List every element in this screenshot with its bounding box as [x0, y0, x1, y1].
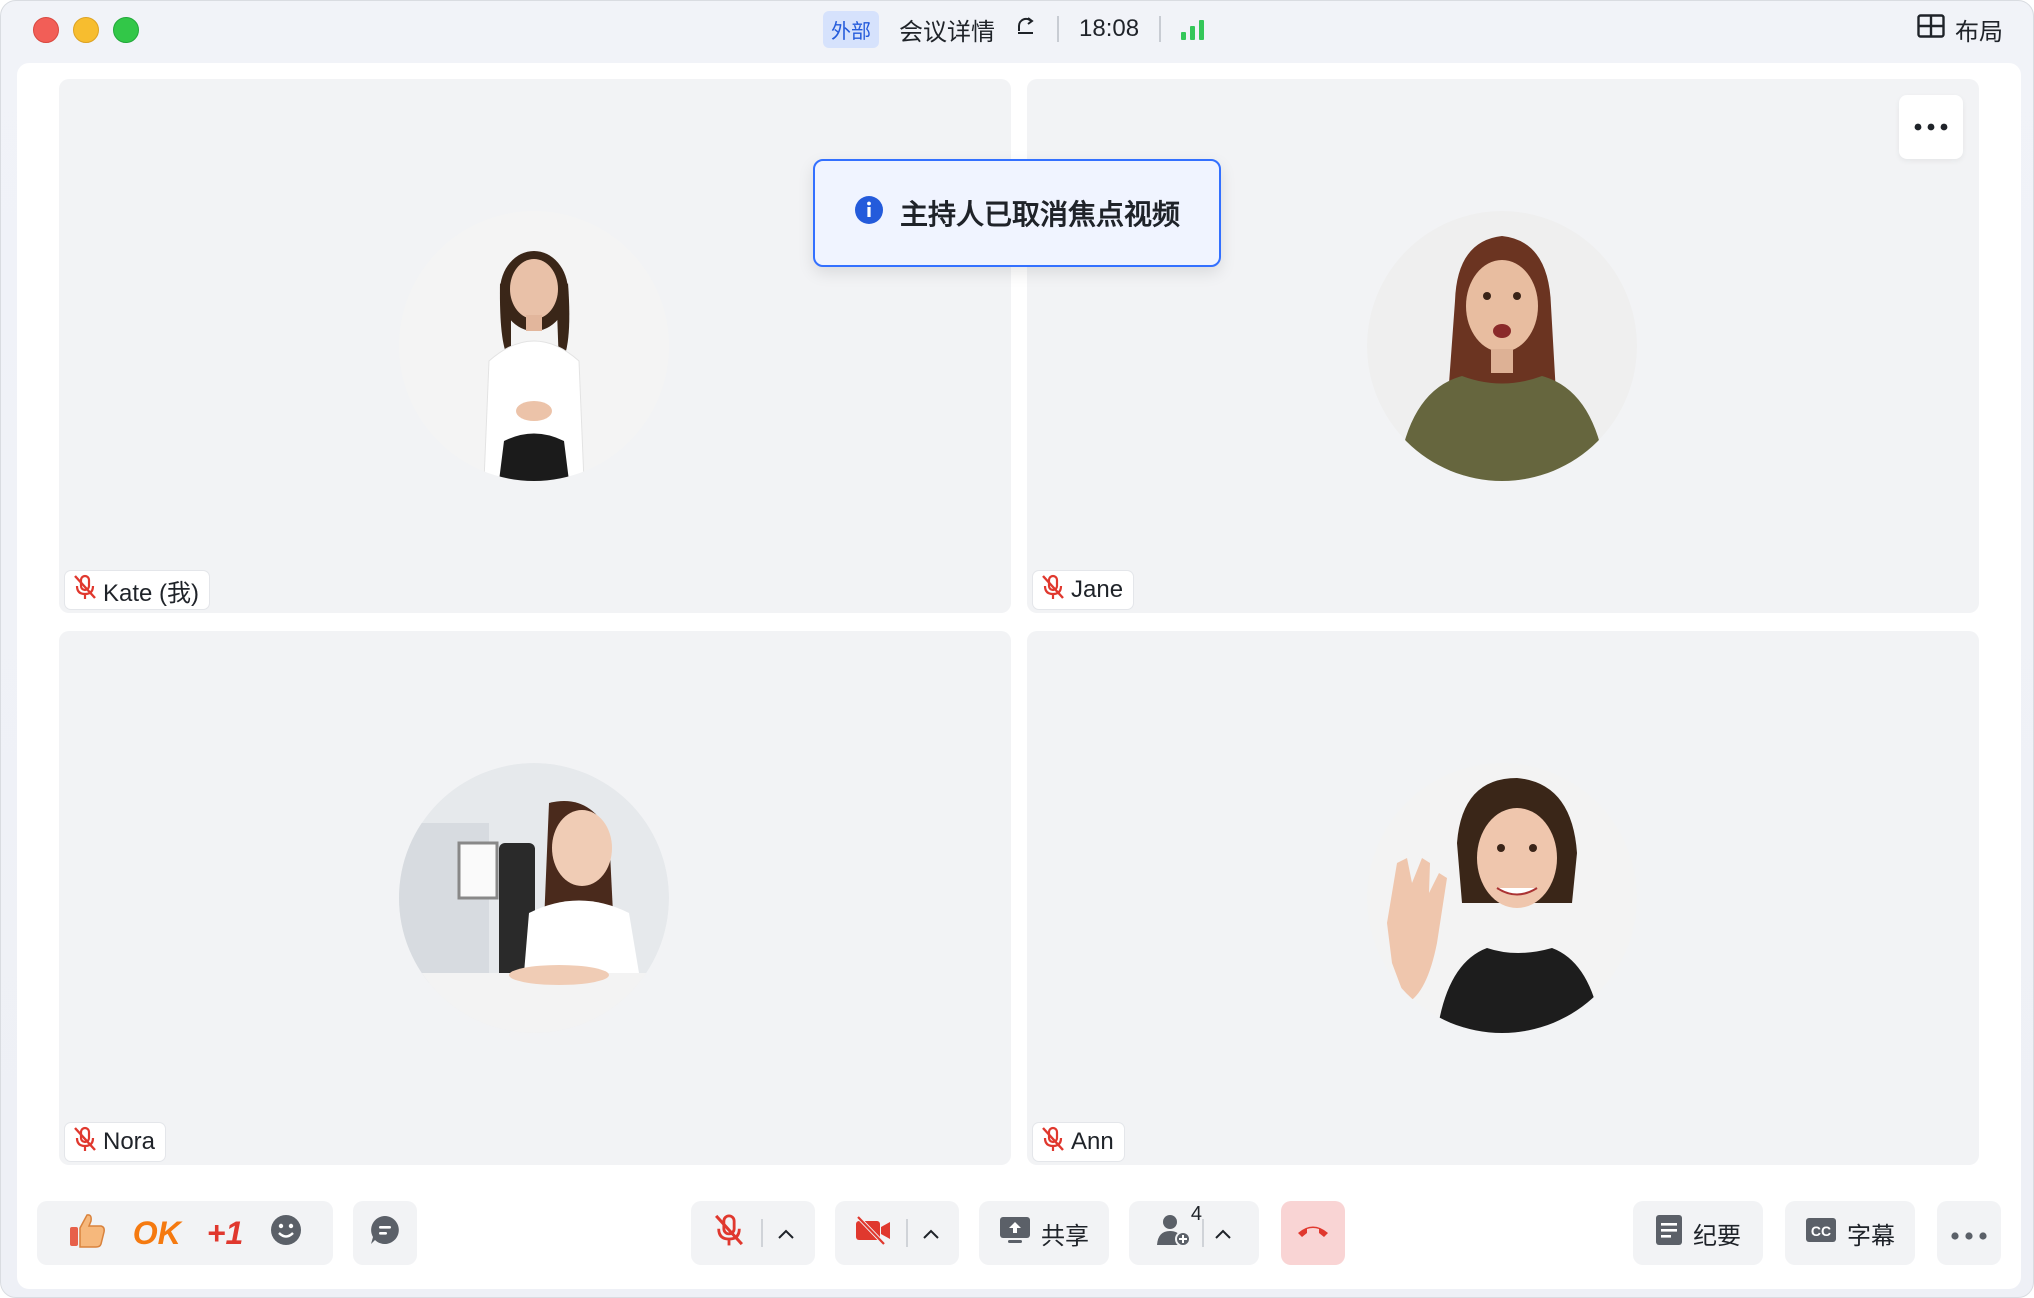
mic-off-icon — [71, 1125, 99, 1160]
close-window-button[interactable] — [33, 17, 59, 43]
more-icon — [1951, 1219, 1987, 1247]
layout-grid-icon — [1917, 13, 1945, 45]
emoji-icon[interactable] — [269, 1213, 303, 1254]
participant-name: Ann — [1071, 1128, 1114, 1155]
layout-button[interactable]: 布局 — [1917, 12, 2003, 46]
title-bar: 外部 会议详情 18:08 布局 — [1, 1, 2033, 57]
add-person-icon[interactable]: 4 — [1156, 1203, 1202, 1254]
minimize-window-button[interactable] — [73, 17, 99, 43]
mic-off-icon — [71, 573, 99, 608]
reactions-bar: OK +1 — [37, 1201, 333, 1265]
mic-off-icon — [1039, 573, 1067, 608]
info-icon — [854, 195, 884, 232]
chat-button[interactable] — [353, 1201, 417, 1265]
refresh-icon[interactable] — [1015, 15, 1037, 44]
maximize-window-button[interactable] — [113, 17, 139, 43]
chevron-up-icon[interactable] — [922, 1219, 940, 1247]
minutes-label: 纪要 — [1693, 1222, 1741, 1250]
divider — [1202, 1219, 1204, 1247]
video-stage: Kate (我) Jane Nora Ann 主持人已取消焦点视频 OK +1 … — [17, 63, 2021, 1289]
mic-off-icon — [1039, 1125, 1067, 1160]
more-options-button[interactable] — [1937, 1201, 2001, 1265]
meeting-window: 外部 会议详情 18:08 布局 Kate (我) Jane Nora Ann … — [0, 0, 2034, 1298]
captions-button[interactable]: CC 字幕 — [1785, 1201, 1915, 1265]
chevron-up-icon[interactable] — [777, 1219, 795, 1247]
participant-tile[interactable]: Nora — [59, 631, 1011, 1165]
svg-text:CC: CC — [1811, 1223, 1831, 1239]
microphone-control — [691, 1201, 815, 1265]
participant-name-tag: Ann — [1033, 1123, 1124, 1161]
participant-tile[interactable]: Ann — [1027, 631, 1979, 1165]
mic-off-icon[interactable] — [711, 1212, 747, 1255]
layout-label: 布局 — [1955, 18, 2003, 46]
divider — [1159, 16, 1162, 42]
participant-name: Nora — [103, 1128, 156, 1155]
tile-more-button[interactable] — [1899, 95, 1963, 159]
participant-name-tag: Kate (我) — [65, 571, 210, 609]
participant-name: Jane — [1071, 576, 1124, 603]
avatar — [399, 763, 669, 1033]
divider — [906, 1219, 908, 1247]
leave-meeting-button[interactable] — [1281, 1201, 1345, 1265]
focus-video-toast: 主持人已取消焦点视频 — [813, 159, 1221, 267]
chat-icon — [368, 1213, 402, 1254]
share-label: 共享 — [1041, 1222, 1089, 1250]
ok-reaction-button[interactable]: OK — [133, 1215, 181, 1252]
avatar — [399, 211, 669, 481]
plus-one-reaction-button[interactable]: +1 — [207, 1215, 243, 1252]
external-badge: 外部 — [823, 10, 879, 48]
meeting-toolbar: OK +1 共享 4 纪要 CC 字幕 — [17, 1163, 2021, 1265]
thumbs-up-icon[interactable] — [67, 1210, 107, 1257]
meeting-time: 18:08 — [1079, 15, 1140, 42]
share-button[interactable]: 共享 — [979, 1201, 1109, 1265]
share-screen-icon — [999, 1215, 1031, 1252]
avatar — [1367, 763, 1637, 1033]
participant-name-tag: Nora — [65, 1123, 166, 1161]
document-icon — [1655, 1214, 1683, 1253]
title-center: 外部 会议详情 18:08 — [823, 10, 1205, 48]
toast-message: 主持人已取消焦点视频 — [899, 199, 1180, 230]
captions-label: 字幕 — [1847, 1222, 1895, 1250]
participants-control: 4 — [1129, 1201, 1259, 1265]
divider — [761, 1219, 763, 1247]
cc-icon: CC — [1805, 1217, 1837, 1250]
camera-off-icon[interactable] — [854, 1215, 892, 1252]
divider — [1057, 16, 1059, 42]
avatar — [1367, 211, 1637, 481]
meeting-details-button[interactable]: 会议详情 — [899, 12, 995, 47]
participant-name: Kate (我) — [103, 579, 200, 607]
chevron-up-icon[interactable] — [1214, 1219, 1232, 1247]
camera-control — [835, 1201, 959, 1265]
signal-icon[interactable] — [1181, 18, 1205, 40]
participant-name-tag: Jane — [1033, 571, 1134, 609]
participant-count: 4 — [1190, 1202, 1202, 1225]
minutes-button[interactable]: 纪要 — [1633, 1201, 1763, 1265]
hang-up-icon — [1295, 1219, 1331, 1247]
